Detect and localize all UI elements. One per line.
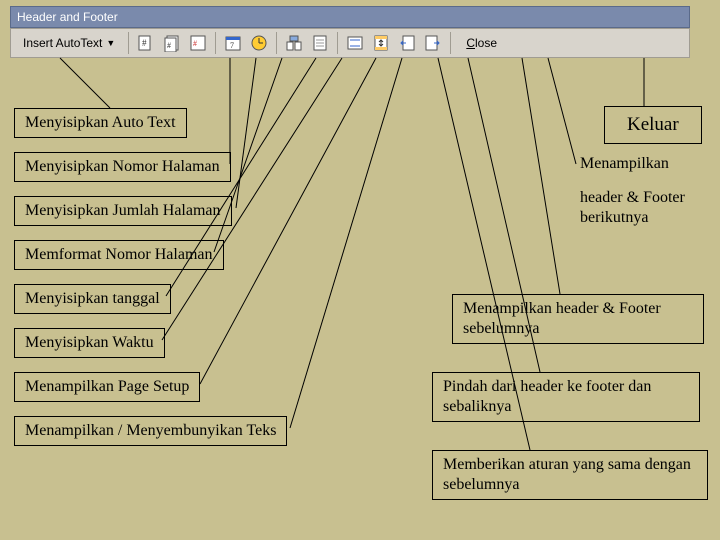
label-close: Keluar — [604, 106, 702, 144]
label-switch: Pindah dari header ke footer dan sebalik… — [432, 372, 700, 422]
insert-autotext-button[interactable]: Insert AutoText ▼ — [15, 34, 123, 52]
label-format: Memformat Nomor Halaman — [14, 240, 224, 270]
label-same: Memberikan aturan yang sama dengan sebel… — [432, 450, 708, 500]
page-number-icon[interactable]: # — [134, 31, 158, 55]
autotext-label: Insert AutoText — [23, 36, 102, 50]
chevron-down-icon: ▼ — [106, 38, 115, 48]
label-numpages: Menyisipkan Jumlah Halaman — [14, 196, 232, 226]
separator — [128, 32, 129, 54]
close-label-rest: lose — [475, 36, 497, 50]
label-showhide: Menampilkan / Menyembunyikan Teks — [14, 416, 287, 446]
format-page-number-icon[interactable]: # — [186, 31, 210, 55]
label-time: Menyisipkan Waktu — [14, 328, 165, 358]
toolbar-row: Insert AutoText ▼ # # # 7 Close — [10, 28, 690, 58]
svg-text:7: 7 — [230, 41, 234, 50]
separator — [276, 32, 277, 54]
header-footer-toolbar: Header and Footer Insert AutoText ▼ # # … — [10, 6, 690, 58]
num-pages-icon[interactable]: # — [160, 31, 184, 55]
same-as-previous-icon[interactable] — [343, 31, 367, 55]
switch-header-footer-icon[interactable] — [369, 31, 393, 55]
separator — [450, 32, 451, 54]
label-pagesetup: Menampilkan Page Setup — [14, 372, 200, 402]
label-next-b: header & Footer berikutnya — [576, 186, 706, 230]
toolbar-title: Header and Footer — [10, 6, 690, 28]
label-date: Menyisipkan tanggal — [14, 284, 171, 314]
separator — [337, 32, 338, 54]
svg-text:#: # — [193, 39, 197, 48]
close-button[interactable]: Close — [460, 34, 503, 52]
show-hide-text-icon[interactable] — [308, 31, 332, 55]
show-next-icon[interactable] — [421, 31, 445, 55]
time-icon[interactable] — [247, 31, 271, 55]
show-previous-icon[interactable] — [395, 31, 419, 55]
toolbar-title-text: Header and Footer — [17, 10, 118, 24]
label-pagenum: Menyisipkan Nomor Halaman — [14, 152, 231, 182]
page-setup-icon[interactable] — [282, 31, 306, 55]
label-next-a: Menampilkan — [576, 152, 673, 176]
separator — [215, 32, 216, 54]
svg-text:#: # — [167, 41, 171, 50]
label-autotext: Menyisipkan Auto Text — [14, 108, 187, 138]
label-prev: Menampilkan header & Footer sebelumnya — [452, 294, 704, 344]
svg-text:#: # — [142, 38, 147, 48]
date-icon[interactable]: 7 — [221, 31, 245, 55]
